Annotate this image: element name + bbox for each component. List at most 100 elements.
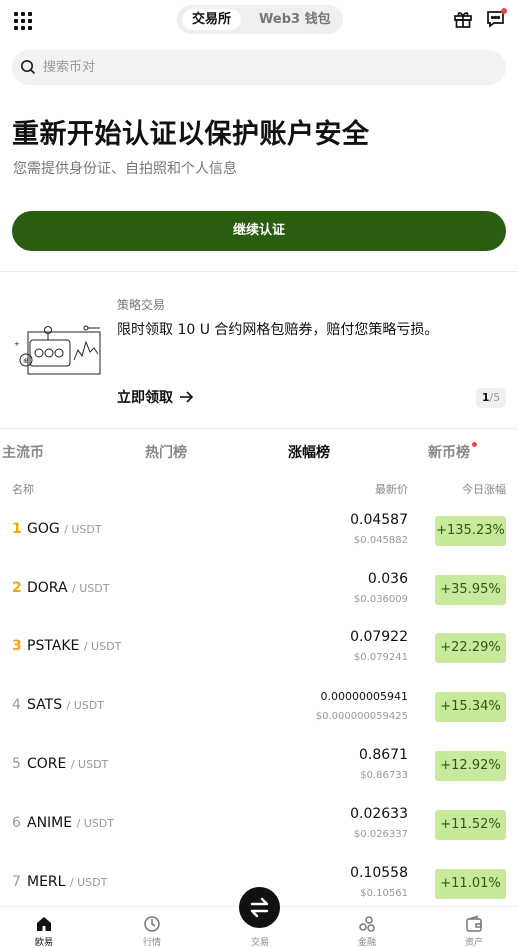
change-badge: +11.52% bbox=[435, 810, 506, 840]
finance-icon bbox=[359, 916, 375, 932]
table-row[interactable]: 6 ANIME / USDT 0.02633 $0.026337 +11.52% bbox=[0, 796, 518, 855]
rank: 2 bbox=[12, 580, 22, 596]
last-price: 0.02633 bbox=[350, 806, 408, 822]
messages-icon[interactable] bbox=[485, 8, 507, 30]
svg-text:⊕: ⊕ bbox=[23, 357, 29, 365]
pair-name: SATS / USDT bbox=[27, 697, 104, 713]
search-icon bbox=[20, 59, 36, 75]
change-badge: +12.92% bbox=[435, 751, 506, 781]
tab-web3-wallet[interactable]: Web3 钱包 bbox=[259, 9, 337, 30]
gift-icon[interactable] bbox=[453, 9, 473, 29]
base-symbol: SATS bbox=[27, 697, 63, 713]
pair-name: DORA / USDT bbox=[27, 580, 109, 596]
continue-verification-button[interactable]: 继续认证 bbox=[12, 211, 506, 251]
last-price: 0.10558 bbox=[350, 865, 408, 881]
nav-label: 欧易 bbox=[34, 938, 53, 948]
verification-title: 重新开始认证以保护账户安全 bbox=[12, 119, 370, 150]
promo-pager: 1/5 bbox=[476, 388, 506, 408]
last-price: 0.00000005941 bbox=[320, 690, 408, 703]
notification-dot bbox=[501, 8, 507, 14]
verification-subtitle: 您需提供身份证、自拍照和个人信息 bbox=[13, 161, 237, 177]
search-input[interactable] bbox=[43, 50, 483, 85]
change-badge: +135.23% bbox=[435, 516, 506, 546]
fiat-price: $0.000000059425 bbox=[315, 711, 408, 722]
table-row[interactable]: 5 CORE / USDT 0.8671 $0.86733 +12.92% bbox=[0, 737, 518, 796]
rank: 6 bbox=[12, 815, 21, 831]
divider bbox=[0, 271, 518, 272]
change-badge: +22.29% bbox=[435, 633, 506, 663]
base-symbol: PSTAKE bbox=[27, 638, 80, 654]
new-badge-dot bbox=[472, 442, 477, 447]
pair-name: PSTAKE / USDT bbox=[27, 638, 121, 654]
table-row[interactable]: 2 DORA / USDT 0.036 $0.036009 +35.95% bbox=[0, 561, 518, 620]
quote-symbol: / USDT bbox=[83, 640, 122, 653]
nav-market[interactable]: 行情 bbox=[122, 915, 182, 948]
fiat-price: $0.079241 bbox=[353, 652, 408, 663]
nav-label: 行情 bbox=[142, 938, 161, 948]
rank: 4 bbox=[12, 697, 21, 713]
nav-home[interactable]: 欧易 bbox=[14, 915, 74, 948]
quote-symbol: / USDT bbox=[72, 582, 110, 595]
rank: 1 bbox=[12, 521, 22, 537]
nav-label: 金融 bbox=[357, 938, 376, 948]
pair-name: CORE / USDT bbox=[27, 756, 108, 772]
claim-now-link[interactable]: 立即领取 bbox=[117, 387, 193, 407]
mode-switcher: 交易所 Web3 钱包 bbox=[177, 5, 343, 34]
top-bar: 交易所 Web3 钱包 bbox=[0, 0, 518, 40]
tab-hot[interactable]: 热门榜 bbox=[145, 442, 187, 462]
strategy-trading-illustration: ⊕ + bbox=[14, 325, 101, 375]
base-symbol: ANIME bbox=[27, 815, 73, 831]
change-badge: +35.95% bbox=[435, 575, 506, 605]
pager-total: /5 bbox=[489, 391, 501, 404]
last-price: 0.07922 bbox=[350, 629, 408, 645]
fiat-price: $0.86733 bbox=[360, 770, 408, 781]
last-price: 0.036 bbox=[367, 571, 408, 587]
tab-new-listings[interactable]: 新币榜 bbox=[428, 442, 470, 462]
pair-name: GOG / USDT bbox=[27, 521, 102, 537]
home-icon bbox=[37, 917, 51, 931]
rank: 3 bbox=[12, 638, 22, 654]
tab-exchange[interactable]: 交易所 bbox=[182, 9, 241, 30]
fiat-price: $0.036009 bbox=[353, 594, 408, 605]
nav-assets[interactable]: 资产 bbox=[444, 915, 504, 948]
change-badge: +15.34% bbox=[435, 692, 506, 722]
table-row[interactable]: 3 PSTAKE / USDT 0.07922 $0.079241 +22.29… bbox=[0, 619, 518, 678]
promo-text: 限时领取 10 U 合约网格包赔券，赔付您策略亏损。 bbox=[117, 322, 439, 338]
column-change: 今日涨幅 bbox=[462, 483, 506, 496]
fiat-price: $0.045882 bbox=[353, 535, 408, 546]
table-row[interactable]: 1 GOG / USDT 0.04587 $0.045882 +135.23% bbox=[0, 502, 518, 561]
quote-symbol: / USDT bbox=[76, 817, 114, 830]
fiat-price: $0.026337 bbox=[353, 829, 408, 840]
base-symbol: CORE bbox=[27, 756, 67, 772]
promo-tag: 策略交易 bbox=[117, 298, 166, 312]
svg-text:+: + bbox=[14, 340, 20, 348]
swap-icon bbox=[250, 897, 269, 918]
pair-name: ANIME / USDT bbox=[27, 815, 114, 831]
column-price: 最新价 bbox=[375, 483, 408, 496]
rank: 7 bbox=[12, 874, 21, 890]
nav-finance[interactable]: 金融 bbox=[337, 915, 397, 948]
base-symbol: MERL bbox=[27, 874, 66, 890]
table-row[interactable]: 4 SATS / USDT 0.00000005941 $0.000000059… bbox=[0, 678, 518, 737]
nav-label: 资产 bbox=[464, 938, 483, 948]
pair-name: MERL / USDT bbox=[27, 874, 107, 890]
nav-trade-label: 交易 bbox=[250, 938, 269, 948]
base-symbol: DORA bbox=[27, 580, 68, 596]
base-symbol: GOG bbox=[27, 521, 60, 537]
quote-symbol: / USDT bbox=[70, 758, 109, 771]
rank: 5 bbox=[12, 756, 21, 772]
tab-mainstream[interactable]: 主流币 bbox=[2, 442, 44, 462]
search-bar[interactable] bbox=[12, 50, 506, 85]
arrow-right-icon bbox=[180, 391, 193, 403]
apps-grid-icon[interactable] bbox=[14, 12, 32, 30]
claim-now-label: 立即领取 bbox=[117, 390, 173, 406]
fiat-price: $0.10561 bbox=[360, 888, 408, 899]
last-price: 0.04587 bbox=[350, 512, 408, 528]
wallet-icon bbox=[466, 915, 482, 932]
tab-gainers[interactable]: 涨幅榜 bbox=[288, 442, 330, 462]
quote-symbol: / USDT bbox=[64, 523, 102, 536]
divider bbox=[0, 428, 518, 429]
trade-fab-button[interactable] bbox=[239, 887, 280, 928]
quote-symbol: / USDT bbox=[69, 876, 108, 889]
column-name: 名称 bbox=[12, 483, 34, 496]
